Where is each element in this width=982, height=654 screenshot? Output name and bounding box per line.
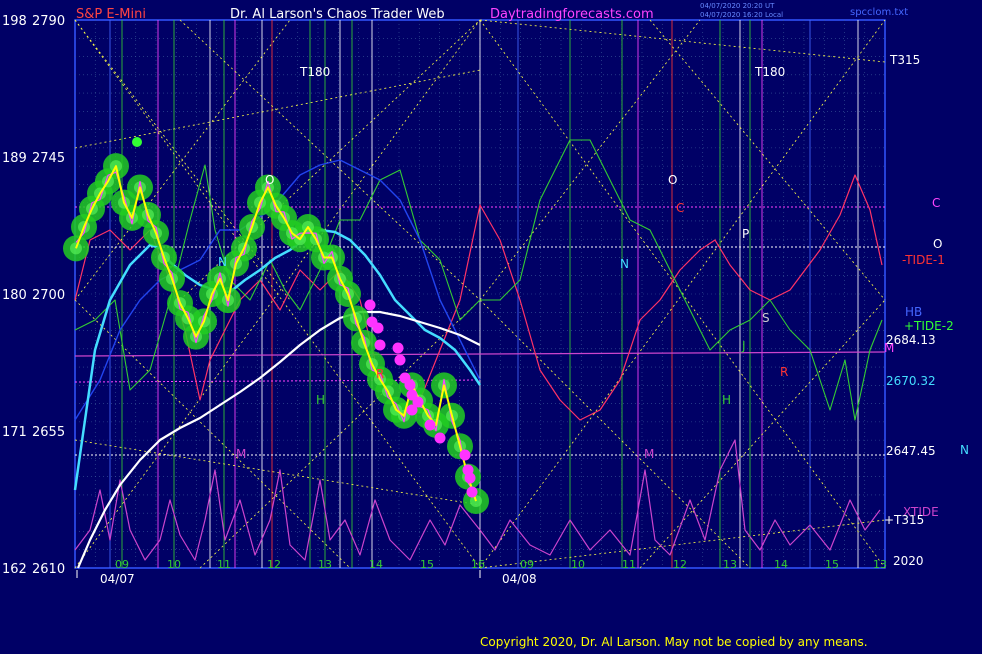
chart-title: Dr. Al Larson's Chaos Trader Web [230, 7, 445, 22]
in-chart-label: R [780, 365, 788, 379]
in-chart-label: C [676, 201, 684, 215]
chaos-chart: 198 2790 189 2745 180 2700 171 2655 162 2610 09 10 1… [0, 0, 982, 650]
right-label: N [960, 443, 969, 457]
x-tick-hour: 13 [318, 558, 332, 571]
magenta-dot [392, 342, 404, 354]
in-chart-label: O [265, 173, 274, 187]
x-tick-hour: 15 [825, 558, 839, 571]
instrument-label: S&P E-Mini [76, 7, 146, 22]
in-chart-label: O [668, 173, 677, 187]
x-tick-hour: 12 [267, 558, 281, 571]
chart-stage: 198 2790 189 2745 180 2700 171 2655 162 2610 09 10 1… [0, 0, 982, 650]
in-chart-label: P [742, 227, 749, 241]
y-tick-degree: 180 [2, 288, 27, 303]
right-label: +TIDE-2 [904, 319, 954, 333]
right-label: C [932, 196, 940, 210]
x-tick-hour: 09 [115, 558, 129, 571]
chart-background [0, 0, 982, 650]
file-label: spcclom.txt [850, 7, 908, 18]
right-label: -TIDE-1 [902, 253, 945, 267]
magenta-dot [364, 299, 376, 311]
magenta-dot [406, 404, 418, 416]
y-tick-degree: 198 [2, 14, 27, 29]
magenta-dot [394, 354, 406, 366]
x-tick-hour: 13 [873, 558, 887, 571]
right-label: 2020 [893, 554, 924, 568]
right-label: HB [905, 305, 922, 319]
timestamp-local: 04/07/2020 16:20 Local [700, 11, 783, 19]
magenta-dot [466, 486, 478, 498]
y-tick-price: 2700 [32, 288, 65, 303]
in-chart-label: N [218, 255, 227, 269]
x-tick-hour: 10 [167, 558, 181, 571]
in-chart-label: S [762, 311, 770, 325]
right-label: T315 [889, 53, 920, 67]
in-chart-label: H [316, 393, 325, 407]
x-tick-hour: 12 [673, 558, 687, 571]
price-level-label: 2684.13 [886, 333, 936, 347]
magenta-dot [434, 432, 446, 444]
magenta-dot [372, 322, 384, 334]
magenta-dot [459, 449, 471, 461]
x-tick-date: 04/08 [502, 572, 537, 586]
magenta-dot [464, 472, 476, 484]
y-tick-price: 2655 [32, 425, 65, 440]
in-chart-label: M [644, 447, 654, 461]
x-tick-hour: 14 [774, 558, 788, 571]
in-chart-label: T180 [754, 65, 785, 79]
x-tick-hour: 15 [420, 558, 434, 571]
in-chart-label: R [376, 367, 384, 381]
in-chart-label: N [620, 257, 629, 271]
y-tick-degree: 189 [2, 151, 27, 166]
x-tick-hour: 11 [217, 558, 231, 571]
right-label: +T315 [884, 513, 924, 527]
price-level-label: 2670.32 [886, 374, 936, 388]
copyright: Copyright 2020, Dr. Al Larson. May not b… [480, 635, 868, 649]
in-chart-label: J [741, 339, 746, 353]
y-tick-price: 2610 [32, 562, 65, 577]
top-marker [132, 137, 142, 147]
magenta-dot [374, 339, 386, 351]
x-tick-hour: 10 [571, 558, 585, 571]
price-level-label: 2647.45 [886, 444, 936, 458]
magenta-dot [404, 379, 416, 391]
x-tick-hour: 09 [520, 558, 534, 571]
timestamp-ut: 04/07/2020 20:20 UT [700, 2, 775, 10]
in-chart-label: M [236, 447, 246, 461]
site-label: Daytradingforecasts.com [490, 7, 654, 22]
y-tick-degree: 162 [2, 562, 27, 577]
y-tick-degree: 171 [2, 425, 27, 440]
in-chart-label: T180 [299, 65, 330, 79]
magenta-dot [424, 419, 436, 431]
x-tick-hour: 11 [622, 558, 636, 571]
y-tick-price: 2790 [32, 14, 65, 29]
x-tick-hour: 14 [369, 558, 383, 571]
x-tick-date: 04/07 [100, 572, 135, 586]
x-tick-hour: 13 [723, 558, 737, 571]
right-label: O [933, 237, 942, 251]
y-tick-price: 2745 [32, 151, 65, 166]
in-chart-label: H [722, 393, 731, 407]
x-tick-hour: 16 [471, 558, 485, 571]
